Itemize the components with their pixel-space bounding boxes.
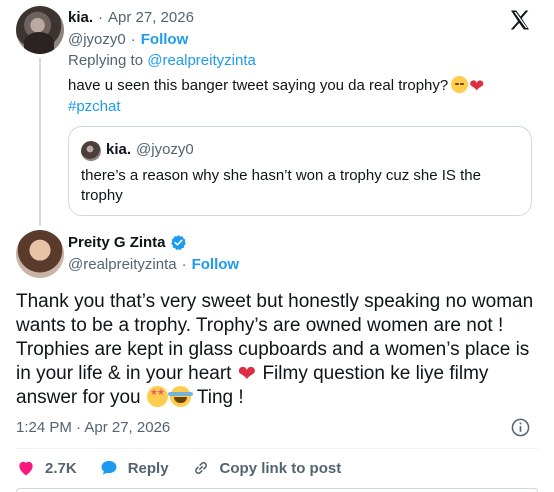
reply-button[interactable]: Reply [99,458,169,478]
reply-bubble-icon [101,460,117,475]
replying-to: Replying to @realpreityzinta [68,52,256,69]
relieved-face-icon [451,76,469,93]
star-struck-icon [146,386,168,407]
link-icon [194,462,207,474]
avatar[interactable] [16,6,64,54]
reply-body: have u seen this banger tweet saying you… [68,77,449,94]
reply-tweet-text: have u seen this banger tweet saying you… [68,75,538,117]
red-heart-icon: ❤ [469,76,485,96]
verified-badge-icon [170,235,186,250]
follow-button[interactable]: Follow [141,31,189,48]
tweet-body-part3: Ting ! [191,387,244,408]
thread-line [39,58,41,226]
quoted-author-name: kia. [106,141,132,158]
copy-link-label: Copy link to post [219,459,342,477]
x-logo-icon[interactable] [508,8,532,32]
main-tweet-text: Thank you that’s very sweet but honestly… [16,290,540,410]
reply-author-row: kia. · Apr 27, 2026 [68,9,194,26]
avatar[interactable] [16,230,64,278]
post-timestamp[interactable]: 1:24 PM · Apr 27, 2026 [16,419,170,436]
author-handle[interactable]: @realpreityzinta [68,256,177,273]
post-date[interactable]: Apr 27, 2026 [108,9,194,26]
replying-handle-link[interactable]: @realpreityzinta [147,52,256,69]
author-name[interactable]: kia. [68,9,93,26]
reply-label: Reply [127,459,169,477]
tweet-card: kia. · Apr 27, 2026 @jyozy0 · Follow Rep… [0,0,554,492]
action-bar: 2.7K Reply Copy link to post [16,458,363,478]
replying-prefix: Replying to [68,52,148,69]
hashtag-link[interactable]: #pzchat [68,98,121,115]
heart-icon [19,461,33,476]
tears-of-joy-icon [167,386,193,407]
divider [16,448,538,449]
quoted-author-row: kia. @jyozy0 [106,141,194,158]
author-name[interactable]: Preity G Zinta [68,234,166,251]
quoted-author-handle: @jyozy0 [136,141,194,158]
red-heart-icon: ❤ [237,361,257,386]
separator-dot: · [181,256,187,273]
main-handle-row: @realpreityzinta · Follow [68,256,239,273]
reply-handle-row: @jyozy0 · Follow [68,31,188,48]
separator-dot: · [130,31,136,48]
avatar [81,141,101,161]
separator-dot: · [98,9,104,26]
like-button[interactable]: 2.7K [16,458,77,478]
author-handle[interactable]: @jyozy0 [68,31,126,48]
like-count: 2.7K [45,459,77,477]
info-icon[interactable] [511,418,530,437]
copy-link-button[interactable]: Copy link to post [191,458,342,478]
quoted-tweet[interactable]: kia. @jyozy0 there’s a reason why she ha… [68,126,532,216]
quoted-tweet-text: there’s a reason why she hasn’t won a tr… [81,167,481,204]
follow-button[interactable]: Follow [192,256,240,273]
next-card-edge [16,488,538,492]
main-author-row: Preity G Zinta [68,234,187,251]
